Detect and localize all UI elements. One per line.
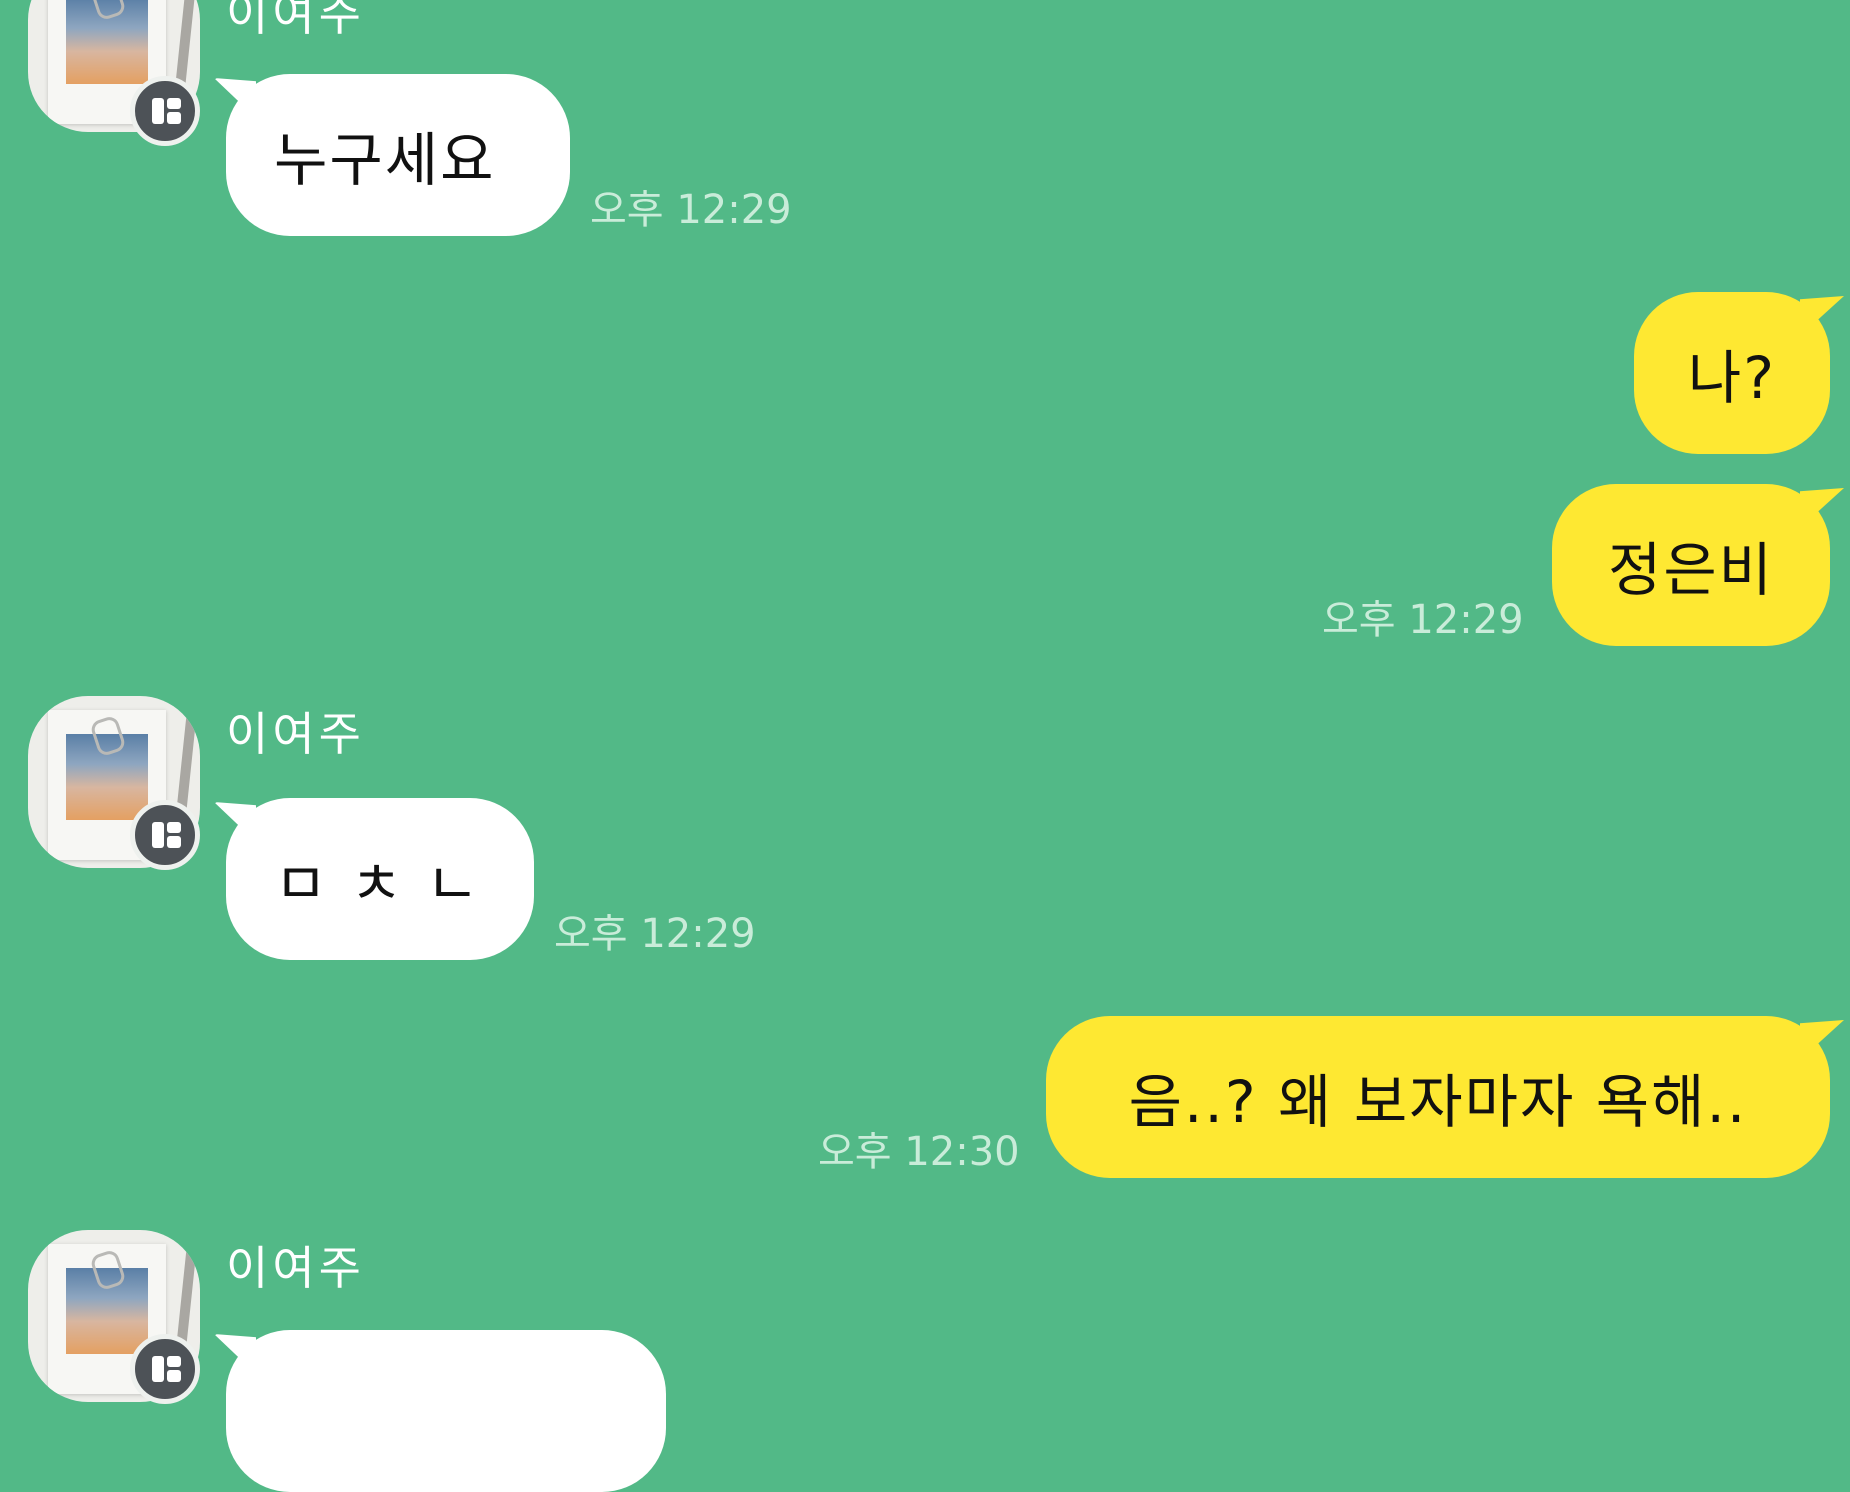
message-bubble-outgoing[interactable]: 정은비 [1552, 484, 1830, 646]
message-timestamp: 오후 12:29 [554, 911, 756, 957]
sender-name: 이여주 [226, 0, 365, 41]
sender-name: 이여주 [226, 1241, 365, 1295]
profile-badge-icon [130, 800, 200, 870]
message-timestamp: 오후 12:29 [1322, 597, 1524, 643]
message-bubble-outgoing[interactable]: 음..? 왜 보자마자 욕해.. [1046, 1016, 1830, 1178]
message-timestamp: 오후 12:29 [590, 187, 792, 233]
message-timestamp: 오후 12:30 [818, 1129, 1020, 1175]
message-bubble-incoming[interactable] [226, 1330, 666, 1492]
profile-badge-icon [130, 1334, 200, 1404]
message-bubble-incoming[interactable]: ㅁ ㅊ ㄴ [226, 798, 534, 960]
message-bubble-outgoing[interactable]: 나? [1634, 292, 1830, 454]
message-bubble-incoming[interactable]: 누구세요 [226, 74, 570, 236]
sender-name: 이여주 [226, 707, 365, 761]
profile-badge-icon [130, 76, 200, 146]
